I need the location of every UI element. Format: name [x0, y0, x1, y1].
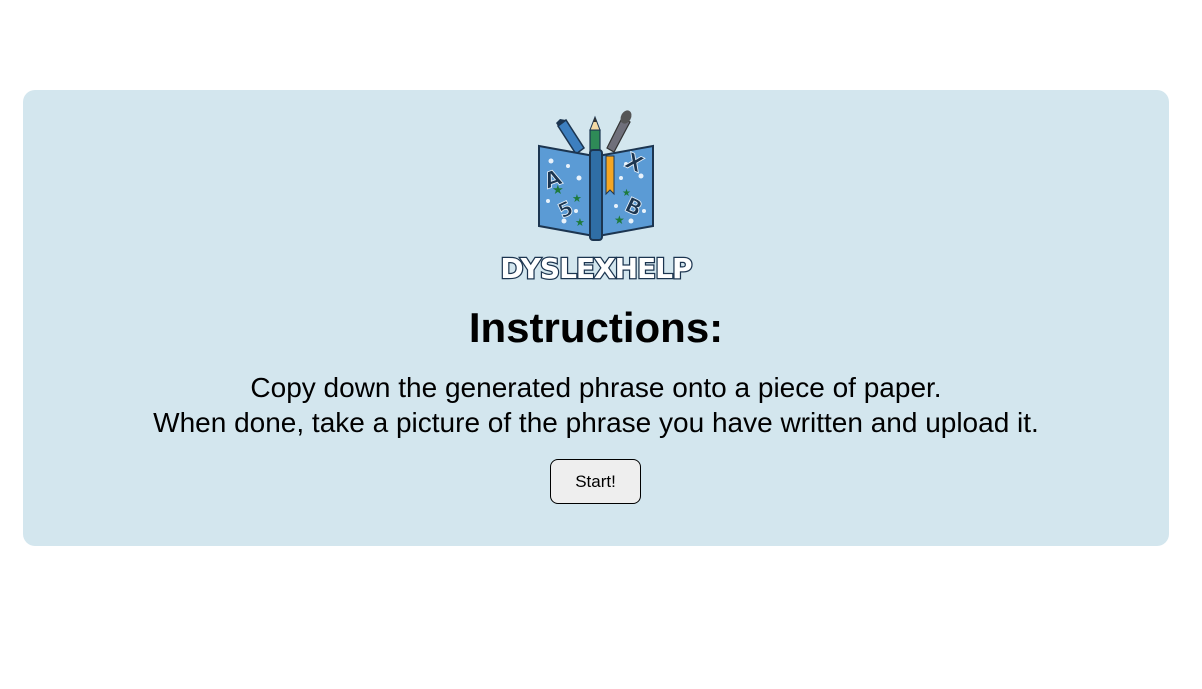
book-icon: ★ ★ ★ ★ ★ A 5 X B [538, 144, 654, 241]
instructions-line-1: Copy down the generated phrase onto a pi… [250, 372, 942, 403]
instructions-line-2: When done, take a picture of the phrase … [153, 407, 1039, 438]
pen-icon [556, 118, 586, 156]
svg-text:★: ★ [572, 192, 582, 205]
paintbrush-icon [606, 110, 632, 153]
dyslexhelp-logo: ★ ★ ★ ★ ★ A 5 X B DYSLEXHELP [499, 110, 694, 286]
start-button[interactable]: Start! [550, 459, 641, 504]
instructions-text: Copy down the generated phrase onto a pi… [23, 370, 1169, 440]
page-title: Instructions: [468, 304, 724, 351]
instructions-card: ★ ★ ★ ★ ★ A 5 X B DYSLEXHELP Instruction… [23, 90, 1169, 546]
svg-text:★: ★ [575, 216, 585, 229]
logo-wordmark: DYSLEXHELP [500, 252, 692, 285]
